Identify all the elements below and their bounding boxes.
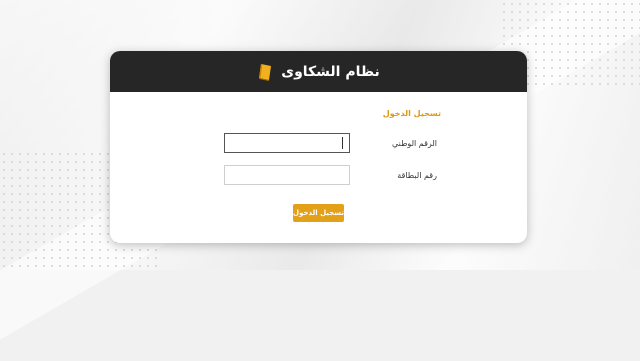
card-number-label: رقم البطاقة: [397, 171, 437, 180]
text-caret: [342, 137, 343, 149]
card-number-input[interactable]: [224, 165, 350, 185]
card-header: نظام الشكاوى: [110, 51, 527, 92]
login-card: نظام الشكاوى تسجيل الدخول الرقم الوطني ر…: [110, 51, 527, 243]
login-section-title: تسجيل الدخول: [382, 109, 441, 118]
national-id-input[interactable]: [224, 133, 350, 153]
login-button[interactable]: تسجيل الدخول: [293, 204, 344, 222]
app-title: نظام الشكاوى: [281, 63, 380, 80]
book-icon: [257, 63, 273, 81]
national-id-label: الرقم الوطني: [391, 139, 437, 148]
